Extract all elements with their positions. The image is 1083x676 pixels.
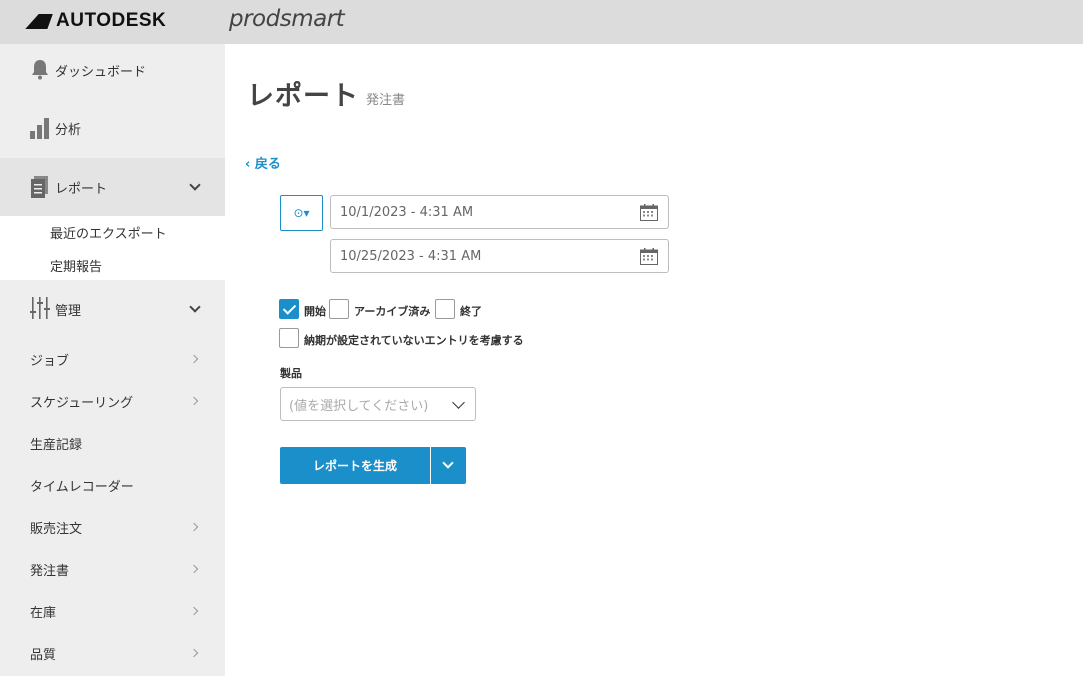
generate-report-dropdown-button[interactable] [431,447,466,484]
checkbox-no-due-date[interactable] [279,328,299,348]
date-from-field[interactable]: 10/1/2023 - 4:31 AM [330,195,669,229]
checkbox-archived[interactable] [329,299,349,319]
checkbox-no-due-date-label: 納期が設定されていないエントリを考慮する [304,334,524,347]
sliders-icon [30,297,50,319]
date-mode-dropdown-button[interactable]: ⊙▾ [280,195,323,231]
sidebar-item-reports[interactable]: レポート [0,158,225,216]
top-bar: AUTODESK prodsmart [0,0,1083,44]
sidebar-item-production-records[interactable]: 生産記録 [0,433,225,453]
chevron-right-icon [189,648,199,658]
checkbox-archived-label: アーカイブ済み [354,305,431,318]
sidebar-item-dashboard[interactable]: ダッシュボード [0,56,225,84]
date-to-field[interactable]: 10/25/2023 - 4:31 AM [330,239,669,273]
date-from-value: 10/1/2023 - 4:31 AM [340,204,474,220]
autodesk-wordmark: AUTODESK [56,10,167,31]
chevron-down-icon [442,457,454,469]
bell-icon [32,60,48,80]
sidebar-item-time-recorder[interactable]: タイムレコーダー [0,475,225,495]
sidebar-item-management[interactable]: 管理 [0,294,225,324]
sidebar-item-scheduling[interactable]: スケジューリング [0,391,225,411]
chevron-down-icon [452,396,465,409]
autodesk-logo[interactable]: AUTODESK [25,10,167,32]
chevron-right-icon [189,606,199,616]
chevron-right-icon [189,522,199,532]
sidebar-item-purchase-orders[interactable]: 発注書 [0,559,225,579]
sidebar-item-analytics[interactable]: 分析 [0,114,225,142]
autodesk-mark-icon [25,13,53,29]
sidebar-item-sales-orders[interactable]: 販売注文 [0,517,225,537]
sidebar-item-jobs[interactable]: ジョブ [0,349,225,369]
page-subtitle: 発注書 [366,93,406,108]
date-to-value: 10/25/2023 - 4:31 AM [340,248,482,264]
sidebar-item-quality[interactable]: 品質 [0,643,225,663]
page-title: レポート [247,81,359,112]
chevron-right-icon [189,564,199,574]
bar-chart-icon [30,118,49,139]
chevron-right-icon [189,354,199,364]
chevron-down-icon [189,179,201,191]
sidebar: ダッシュボード 分析 レポート 最近のエクスポート 定期報告 管理 ジョブ スケ… [0,44,225,676]
generate-report-button[interactable]: レポートを生成 [280,447,430,484]
calendar-icon[interactable] [640,248,658,265]
chevron-down-icon [189,301,201,313]
product-select[interactable]: (値を選択してください) [280,387,476,421]
document-icon [31,176,48,198]
chevron-right-icon [189,396,199,406]
checkbox-started-label: 開始 [304,305,326,318]
reports-submenu: 最近のエクスポート 定期報告 [0,216,225,280]
calendar-icon[interactable] [640,204,658,221]
checkbox-started[interactable] [279,299,299,319]
checkbox-finished-label: 終了 [460,305,482,318]
product-select-placeholder: (値を選択してください) [289,398,429,414]
product-label: 製品 [280,367,302,380]
checkbox-finished[interactable] [435,299,455,319]
prodsmart-logo[interactable]: prodsmart [229,6,345,32]
sidebar-item-inventory[interactable]: 在庫 [0,601,225,621]
sidebar-subitem-recent-exports[interactable]: 最近のエクスポート [50,223,167,242]
back-link[interactable]: ‹ 戻る [245,153,281,172]
sidebar-subitem-scheduled-reports[interactable]: 定期報告 [50,256,102,275]
